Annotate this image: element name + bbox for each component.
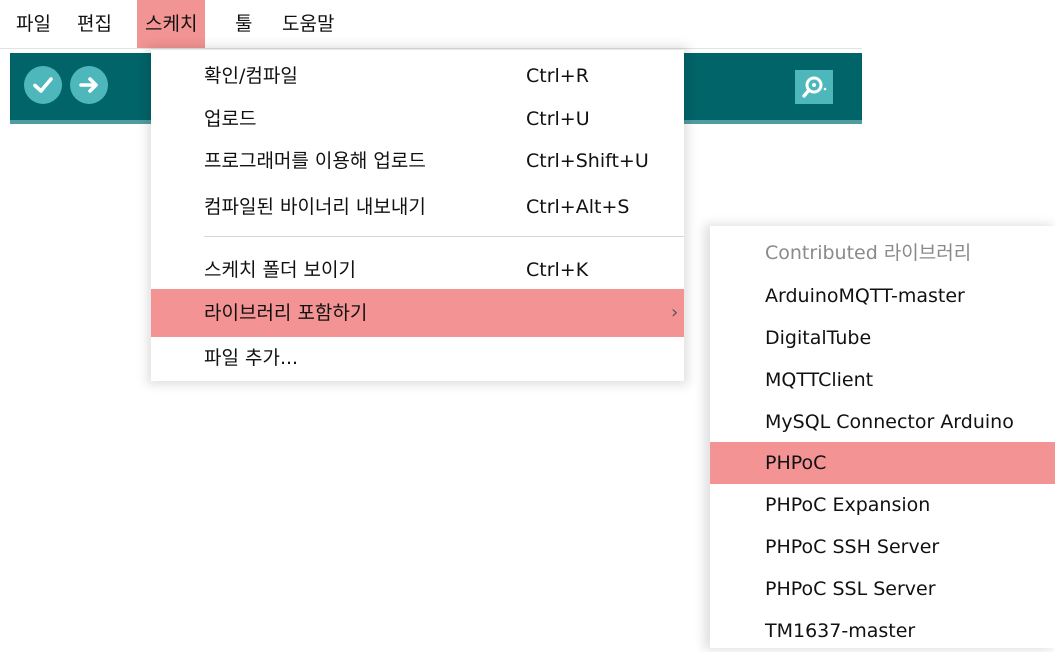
submenu-header: Contributed 라이브러리 (710, 232, 1055, 274)
serial-monitor-button[interactable] (795, 70, 833, 104)
menu-item-show-sketch-folder[interactable]: 스케치 폴더 보이기 Ctrl+K (151, 246, 684, 294)
library-item[interactable]: MQTTClient (710, 359, 1055, 401)
menu-item-upload[interactable]: 업로드 Ctrl+U (151, 95, 684, 143)
library-item[interactable]: MySQL Connector Arduino (710, 401, 1055, 443)
menu-item-export-compiled-binary[interactable]: 컴파일된 바이너리 내보내기 Ctrl+Alt+S (151, 183, 684, 231)
menu-item-shortcut: Ctrl+Shift+U (526, 150, 649, 172)
library-item-label: ArduinoMQTT-master (765, 285, 965, 307)
menu-item-label: 파일 추가... (204, 347, 299, 369)
menu-item-shortcut: Ctrl+R (526, 65, 589, 87)
menu-sketch[interactable]: 스케치 (137, 0, 206, 48)
library-item[interactable]: PHPoC SSH Server (710, 526, 1055, 568)
menu-item-upload-using-programmer[interactable]: 프로그래머를 이용해 업로드 Ctrl+Shift+U (151, 137, 684, 185)
menu-item-shortcut: Ctrl+K (526, 259, 589, 281)
menu-item-add-file[interactable]: 파일 추가... (151, 334, 684, 382)
menu-item-include-library[interactable]: 라이브러리 포함하기 › (151, 289, 684, 337)
library-item[interactable]: TM1637-master (710, 610, 1055, 652)
checkmark-icon (33, 77, 53, 93)
menu-item-verify-compile[interactable]: 확인/컴파일 Ctrl+R (151, 52, 684, 100)
library-item[interactable]: PHPoC Expansion (710, 484, 1055, 526)
library-item[interactable]: PHPoC SSL Server (710, 568, 1055, 610)
menu-file[interactable]: 파일 (8, 0, 59, 48)
magnifier-icon (802, 76, 827, 98)
library-item[interactable]: DigitalTube (710, 317, 1055, 359)
library-item-selected[interactable]: PHPoC (710, 442, 1055, 484)
menu-item-label: 라이브러리 포함하기 (204, 302, 368, 324)
library-item[interactable]: ArduinoMQTT-master (710, 275, 1055, 317)
menu-item-label: 프로그래머를 이용해 업로드 (204, 150, 426, 172)
menu-item-label: 스케치 폴더 보이기 (204, 259, 356, 281)
menu-separator (204, 236, 684, 237)
library-item-label: PHPoC SSH Server (765, 536, 940, 558)
library-item-label: PHPoC SSL Server (765, 578, 936, 600)
menu-item-label: 컴파일된 바이너리 내보내기 (204, 196, 426, 218)
menu-bar: 파일 편집 스케치 툴 도움말 (0, 0, 862, 49)
menu-item-label: 확인/컴파일 (204, 65, 298, 87)
submenu-header-label: Contributed 라이브러리 (765, 242, 972, 264)
library-item-label: MQTTClient (765, 369, 874, 391)
menu-item-shortcut: Ctrl+U (526, 108, 590, 130)
include-library-submenu: Contributed 라이브러리 ArduinoMQTT-master Dig… (710, 226, 1055, 648)
menu-item-shortcut: Ctrl+Alt+S (526, 196, 630, 218)
library-item-label: TM1637-master (765, 620, 916, 642)
menu-help[interactable]: 도움말 (274, 0, 342, 48)
library-item-label: MySQL Connector Arduino (765, 411, 1014, 433)
library-item-label: PHPoC (765, 452, 827, 474)
library-item-label: PHPoC Expansion (765, 494, 931, 516)
library-item-label: DigitalTube (765, 327, 872, 349)
menu-tools[interactable]: 툴 (227, 0, 260, 48)
sketch-dropdown-menu: 확인/컴파일 Ctrl+R 업로드 Ctrl+U 프로그래머를 이용해 업로드 … (151, 50, 684, 381)
chevron-right-icon: › (671, 302, 679, 323)
verify-button[interactable] (24, 66, 62, 104)
menu-item-label: 업로드 (204, 108, 257, 130)
arrow-right-icon (79, 77, 98, 93)
menu-edit[interactable]: 편집 (69, 0, 120, 48)
upload-button[interactable] (70, 66, 108, 104)
